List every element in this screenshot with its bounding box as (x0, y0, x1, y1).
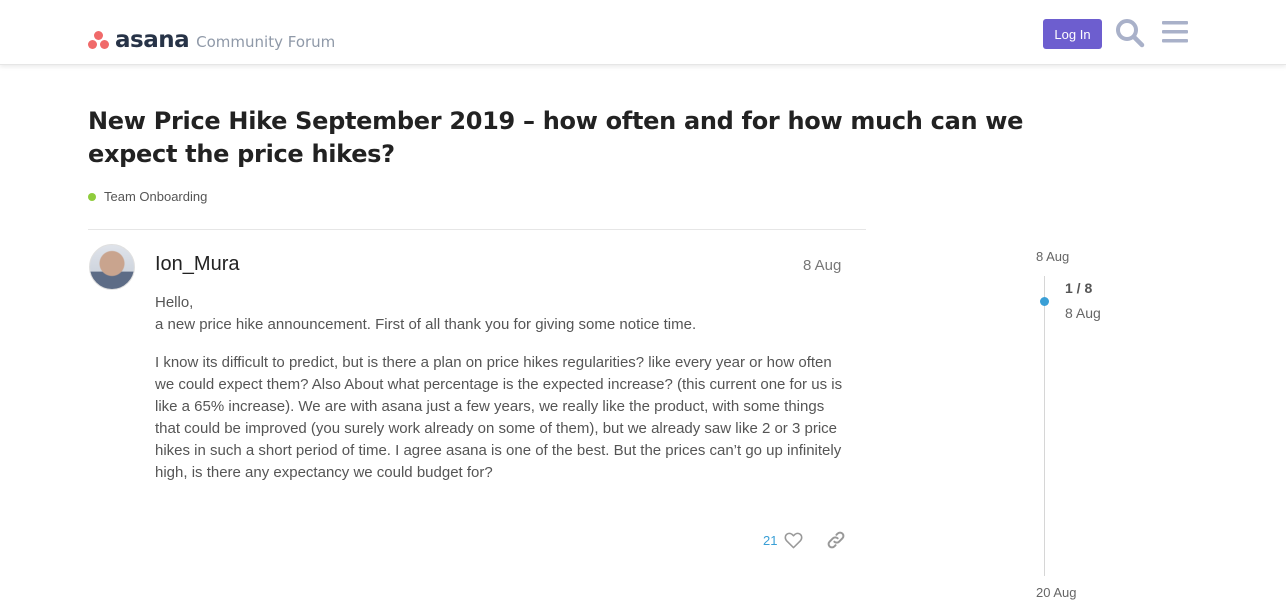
topic-divider (88, 229, 866, 230)
timeline-handle[interactable] (1040, 297, 1049, 306)
likes-count[interactable]: 21 (763, 533, 777, 548)
post-date[interactable]: 8 Aug (803, 257, 841, 274)
post-username[interactable]: Ion_Mura (155, 253, 240, 276)
forum-name: Community Forum (196, 33, 336, 51)
heart-icon[interactable] (784, 531, 803, 550)
asana-logo-icon (88, 31, 110, 49)
user-avatar[interactable] (89, 244, 135, 290)
brand-name: asana (115, 27, 190, 53)
link-icon[interactable] (826, 530, 846, 550)
post-paragraph: Hello, a new price hike announcement. Fi… (155, 294, 697, 333)
post-paragraph: I know its difficult to predict, but is … (155, 354, 843, 481)
category-color-dot (88, 192, 96, 201)
site-header: asana Community Forum Log In (0, 0, 1286, 65)
timeline-current-date: 8 Aug (1065, 305, 1101, 321)
timeline-position: 1 / 8 (1065, 280, 1093, 296)
timeline-end-date[interactable]: 20 Aug (1036, 585, 1077, 600)
category-label: Team Onboarding (104, 189, 208, 204)
post-body: Hello, a new price hike announcement. Fi… (155, 292, 845, 500)
search-icon[interactable] (1114, 17, 1146, 49)
hamburger-menu-icon[interactable] (1161, 18, 1189, 46)
timeline-track[interactable] (1044, 276, 1045, 576)
timeline-start-date[interactable]: 8 Aug (1036, 249, 1069, 264)
login-button[interactable]: Log In (1043, 19, 1102, 49)
topic-title[interactable]: New Price Hike September 2019 – how ofte… (88, 105, 1048, 171)
site-logo[interactable]: asana Community Forum (88, 26, 335, 54)
category-badge[interactable]: Team Onboarding (88, 189, 207, 204)
